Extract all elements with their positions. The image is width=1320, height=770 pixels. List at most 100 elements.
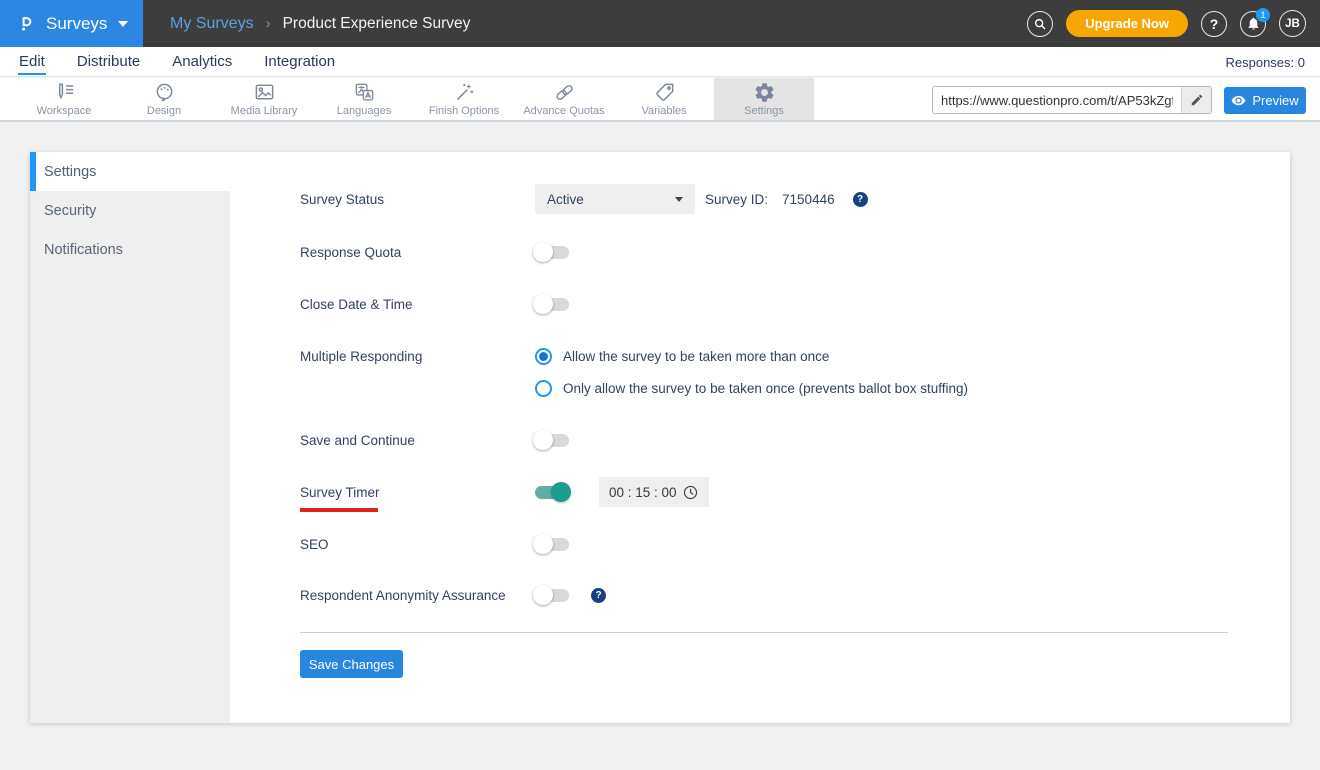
survey-timer-value: 00 : 15 : 00 [609, 484, 677, 500]
tab-analytics[interactable]: Analytics [171, 49, 233, 75]
respondent-anonymity-row: Respondent Anonymity Assurance ? [30, 583, 1290, 607]
radio-selected-icon [535, 347, 552, 365]
toolbar-item-design[interactable]: Design [114, 78, 214, 120]
close-date-time-label: Close Date & Time [300, 296, 413, 312]
upgrade-now-label: Upgrade Now [1085, 16, 1169, 31]
notifications-button[interactable]: 1 [1240, 7, 1270, 37]
survey-timer-toggle[interactable] [535, 482, 571, 502]
breadcrumb: My Surveys › Product Experience Survey [170, 0, 470, 47]
toolbar-label: Design [146, 105, 182, 117]
tab-integration[interactable]: Integration [263, 49, 336, 75]
user-avatar[interactable]: JB [1279, 10, 1306, 37]
response-quota-toggle[interactable] [533, 242, 569, 262]
toolbar-item-advance-quotas[interactable]: Advance Quotas [514, 78, 614, 120]
product-name: Surveys [46, 13, 108, 33]
help-button[interactable]: ? [1201, 10, 1227, 37]
breadcrumb-parent[interactable]: My Surveys [170, 15, 254, 33]
tab-edit[interactable]: Edit [18, 49, 46, 75]
section-divider [300, 632, 1228, 633]
multiple-responding-option-allow[interactable]: Allow the survey to be taken more than o… [535, 347, 830, 365]
search-icon [1033, 17, 1047, 31]
toolbar-label: Finish Options [428, 105, 500, 117]
seo-row: SEO [30, 532, 1290, 556]
survey-timer-label: Survey Timer [300, 484, 380, 500]
toolbar-item-variables[interactable]: Variables [614, 78, 714, 120]
toolbar-label: Media Library [230, 105, 298, 117]
radio-unselected-icon [535, 379, 552, 397]
close-date-time-row: Close Date & Time [30, 292, 1290, 316]
survey-url-input[interactable] [933, 87, 1181, 113]
response-quota-label: Response Quota [300, 244, 402, 260]
preview-button[interactable]: Preview [1224, 87, 1306, 114]
respondent-anonymity-help-icon[interactable]: ? [591, 587, 606, 603]
radio-option-label: Allow the survey to be taken more than o… [563, 348, 830, 364]
toolbar-item-media-library[interactable]: Media Library [214, 78, 314, 120]
survey-status-label: Survey Status [300, 191, 385, 207]
breadcrumb-separator: › [265, 15, 271, 32]
top-header-bar: Surveys My Surveys › Product Experience … [0, 0, 1320, 47]
notification-badge: 1 [1256, 7, 1270, 22]
survey-nav-row: Edit Distribute Analytics Integration Re… [0, 47, 1320, 77]
settings-gear-icon [753, 81, 776, 104]
toolbar-label: Settings [744, 105, 784, 117]
multiple-responding-option-once[interactable]: Only allow the survey to be taken once (… [535, 379, 968, 397]
seo-toggle[interactable] [533, 534, 569, 554]
toolbar-item-finish-options[interactable]: Finish Options [414, 78, 514, 120]
advance-quotas-icon [553, 81, 576, 104]
survey-tabs: Edit Distribute Analytics Integration [0, 47, 1320, 76]
questionpro-logo-icon [16, 13, 37, 34]
tab-distribute[interactable]: Distribute [76, 49, 141, 75]
eye-icon [1231, 93, 1246, 108]
respondent-anonymity-toggle[interactable] [533, 585, 569, 605]
product-switcher[interactable]: Surveys [0, 0, 143, 47]
avatar-initials: JB [1285, 17, 1300, 30]
seo-label: SEO [300, 536, 329, 552]
save-and-continue-toggle[interactable] [533, 430, 569, 450]
topbar-actions: Upgrade Now ? 1 JB [1027, 0, 1306, 47]
toolbar-label: Variables [641, 105, 687, 117]
upgrade-now-button[interactable]: Upgrade Now [1066, 10, 1188, 37]
sidebar-item-label: Settings [44, 163, 97, 180]
survey-timer-row: Survey Timer 00 : 15 : 00 [30, 477, 1290, 507]
edit-url-button[interactable] [1181, 87, 1211, 113]
survey-id-label: Survey ID: [705, 191, 769, 207]
survey-status-select[interactable]: Active [535, 184, 695, 214]
toolbar-label: Advance Quotas [523, 105, 605, 117]
survey-timer-time-field[interactable]: 00 : 15 : 00 [599, 477, 709, 507]
survey-timer-highlight-underline [300, 508, 378, 512]
radio-option-label: Only allow the survey to be taken once (… [563, 380, 968, 396]
survey-status-row: Survey Status Active Survey ID: 7150446 … [30, 184, 1290, 214]
variables-icon [653, 81, 676, 104]
settings-card: Settings Security Notifications Survey S… [30, 152, 1290, 723]
chevron-down-icon [675, 196, 683, 202]
preview-label: Preview [1252, 93, 1299, 108]
save-and-continue-row: Save and Continue [30, 428, 1290, 452]
survey-status-value: Active [547, 191, 584, 207]
toolbar-label: Workspace [36, 105, 92, 117]
pencil-icon [1191, 94, 1202, 106]
toolbar-item-settings[interactable]: Settings [714, 78, 814, 120]
design-icon [153, 81, 176, 104]
survey-url-field [932, 86, 1212, 114]
help-icon: ? [1209, 15, 1219, 32]
toolbar-label: Languages [336, 105, 392, 117]
clock-icon [682, 484, 699, 501]
save-changes-button[interactable]: Save Changes [300, 650, 403, 678]
toolbar-item-workspace[interactable]: Workspace [14, 78, 114, 120]
response-quota-row: Response Quota [30, 240, 1290, 264]
chevron-down-icon [118, 20, 129, 27]
multiple-responding-row: Multiple Responding Allow the survey to … [30, 347, 1290, 365]
multiple-responding-label: Multiple Responding [300, 348, 423, 364]
respondent-anonymity-label: Respondent Anonymity Assurance [300, 587, 506, 603]
search-button[interactable] [1027, 10, 1054, 37]
responses-count: Responses: 0 [1225, 54, 1306, 70]
breadcrumb-current: Product Experience Survey [282, 14, 471, 32]
save-and-continue-label: Save and Continue [300, 432, 415, 448]
languages-icon [353, 81, 376, 104]
survey-id-help-icon[interactable]: ? [852, 191, 868, 207]
close-date-time-toggle[interactable] [533, 294, 569, 314]
multiple-responding-row-2: Only allow the survey to be taken once (… [30, 379, 1290, 397]
finish-options-icon [453, 81, 476, 104]
toolbar-item-languages[interactable]: Languages [314, 78, 414, 120]
media-library-icon [253, 81, 276, 104]
